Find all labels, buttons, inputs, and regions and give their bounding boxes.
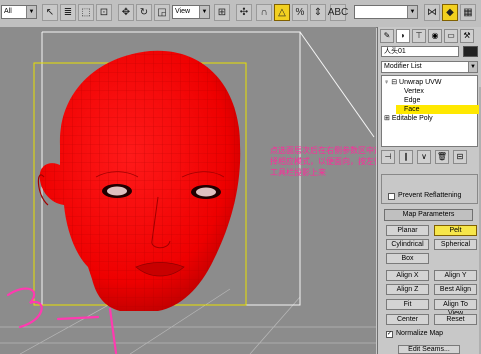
- stack-tools: ⊣ ∥ ∨ 🗑 ⊟: [381, 150, 478, 164]
- spinner-snap-button[interactable]: ⇕: [310, 4, 326, 21]
- utilities-tab-icon[interactable]: ⚒: [460, 29, 474, 43]
- modifier-list-label: Modifier List: [384, 63, 422, 70]
- fit-button[interactable]: Fit: [386, 299, 429, 310]
- edit-seams-button[interactable]: Edit Seams...: [398, 345, 460, 354]
- perspective-viewport[interactable]: 点选面层次后在右侧参数区中选择相应模式，以便面向，按左侧工具栏投影上来: [0, 27, 376, 354]
- move-icon[interactable]: ✥: [118, 4, 134, 21]
- align-x-button[interactable]: Align X: [386, 270, 429, 281]
- annotation-text: 点选面层次后在右侧参数区中选择相应模式，以便面向，按左侧工具栏投影上来: [270, 146, 376, 177]
- command-panel-tabs: ✎ ◗ ⊤ ◉ ▭ ⚒: [380, 29, 474, 43]
- best-align-button[interactable]: Best Align: [434, 284, 477, 295]
- object-color-swatch[interactable]: [463, 46, 478, 57]
- configure-sets-icon[interactable]: ⊟: [453, 150, 467, 164]
- reset-button[interactable]: Reset: [434, 314, 477, 325]
- chevron-down-icon: ▼: [468, 62, 477, 72]
- pin-stack-icon[interactable]: ⊣: [381, 150, 395, 164]
- align-button[interactable]: ◆: [442, 4, 458, 21]
- select-by-name-button[interactable]: ≣: [60, 4, 76, 21]
- normalize-map-checkbox[interactable]: ✓: [386, 331, 393, 338]
- layer-manager-button[interactable]: ▦: [460, 4, 476, 21]
- map-parameters-rollout[interactable]: Map Parameters: [384, 209, 473, 221]
- modifier-stack[interactable]: ♀ ⊟ Unwrap UVW Vertex Edge Face ⊞ Editab…: [381, 75, 481, 147]
- window-crossing-button[interactable]: ⊡: [96, 4, 112, 21]
- align-z-button[interactable]: Align Z: [386, 284, 429, 295]
- display-tab-icon[interactable]: ▭: [444, 29, 458, 43]
- remove-modifier-icon[interactable]: 🗑: [435, 150, 449, 164]
- angle-snap-button[interactable]: △: [274, 4, 290, 21]
- edit-named-selections-button[interactable]: ABC: [328, 4, 348, 21]
- make-unique-icon[interactable]: ∨: [417, 150, 431, 164]
- motion-tab-icon[interactable]: ◉: [428, 29, 442, 43]
- show-end-result-icon[interactable]: ∥: [399, 150, 413, 164]
- stack-item-label: Editable Poly: [391, 115, 433, 122]
- viewport-scene: [0, 31, 376, 354]
- create-tab-icon[interactable]: ✎: [380, 29, 394, 43]
- percent-snap-button[interactable]: %: [292, 4, 308, 21]
- reference-coordinate-dropdown[interactable]: View ▼: [172, 5, 210, 19]
- select-object-button[interactable]: ↖: [42, 4, 58, 21]
- stack-item-editable-poly[interactable]: ⊞ Editable Poly: [384, 114, 433, 123]
- red-head-mesh: [37, 50, 241, 311]
- align-to-view-button[interactable]: Align To View: [434, 299, 477, 317]
- stack-item-label: Vertex: [404, 88, 424, 95]
- prevent-reflattening-checkbox[interactable]: [388, 193, 395, 200]
- normalize-map-label: Normalize Map: [396, 330, 444, 337]
- stack-item-label: Unwrap UVW: [399, 79, 442, 86]
- pivot-center-button[interactable]: ⊞: [214, 4, 230, 21]
- selection-filter-dropdown[interactable]: All ▼: [1, 5, 37, 19]
- spherical-button[interactable]: Spherical: [434, 239, 477, 250]
- stack-item-label: Face: [404, 106, 420, 113]
- main-toolbar: All ▼ ↖ ≣ ⬚ ⊡ ✥ ↻ ◲ View ▼ ⊞ ✣ ∩ △ % ⇕ A…: [0, 0, 481, 28]
- planar-button[interactable]: Planar: [386, 225, 429, 236]
- snap-toggle-button[interactable]: ∩: [256, 4, 272, 21]
- pelt-button[interactable]: Pelt: [434, 225, 477, 236]
- modifier-list-dropdown[interactable]: Modifier List ▼: [381, 61, 478, 73]
- modify-tab-icon[interactable]: ◗: [396, 29, 410, 43]
- stack-item-label: Edge: [404, 97, 421, 104]
- center-button[interactable]: Center: [386, 314, 429, 325]
- scale-icon[interactable]: ◲: [154, 4, 170, 21]
- box-button[interactable]: Box: [386, 253, 429, 264]
- align-y-button[interactable]: Align Y: [434, 270, 477, 281]
- expand-icon[interactable]: ⊟: [391, 79, 397, 86]
- stack-item-unwrap[interactable]: ♀ ⊟ Unwrap UVW: [384, 78, 441, 87]
- chevron-down-icon: ▼: [407, 6, 417, 18]
- expand-icon[interactable]: ⊞: [384, 115, 390, 122]
- mirror-button[interactable]: ⋈: [424, 4, 440, 21]
- prevent-reflattening-label: Prevent Reflattening: [398, 192, 462, 199]
- chevron-down-icon: ▼: [199, 6, 209, 18]
- rotate-icon[interactable]: ↻: [136, 4, 152, 21]
- rectangular-selection-button[interactable]: ⬚: [78, 4, 94, 21]
- named-selection-sets-dropdown[interactable]: ▼: [354, 5, 418, 19]
- select-and-manipulate-button[interactable]: ✣: [236, 4, 252, 21]
- lightbulb-icon[interactable]: ♀: [384, 79, 389, 86]
- hierarchy-tab-icon[interactable]: ⊤: [412, 29, 426, 43]
- selection-filter-value: All: [4, 8, 12, 15]
- stack-item-face[interactable]: Face: [396, 105, 481, 114]
- chevron-down-icon: ▼: [26, 6, 36, 18]
- object-name-field[interactable]: 人头01: [381, 46, 459, 57]
- cylindrical-button[interactable]: Cylindrical: [386, 239, 429, 250]
- stack-item-edge[interactable]: Edge: [404, 96, 420, 105]
- command-panel: ✎ ◗ ⊤ ◉ ▭ ⚒ 人头01 Modifier List ▼ ♀ ⊟ Unw…: [377, 27, 481, 354]
- reference-coordinate-value: View: [175, 8, 191, 15]
- stack-item-vertex[interactable]: Vertex: [404, 87, 424, 96]
